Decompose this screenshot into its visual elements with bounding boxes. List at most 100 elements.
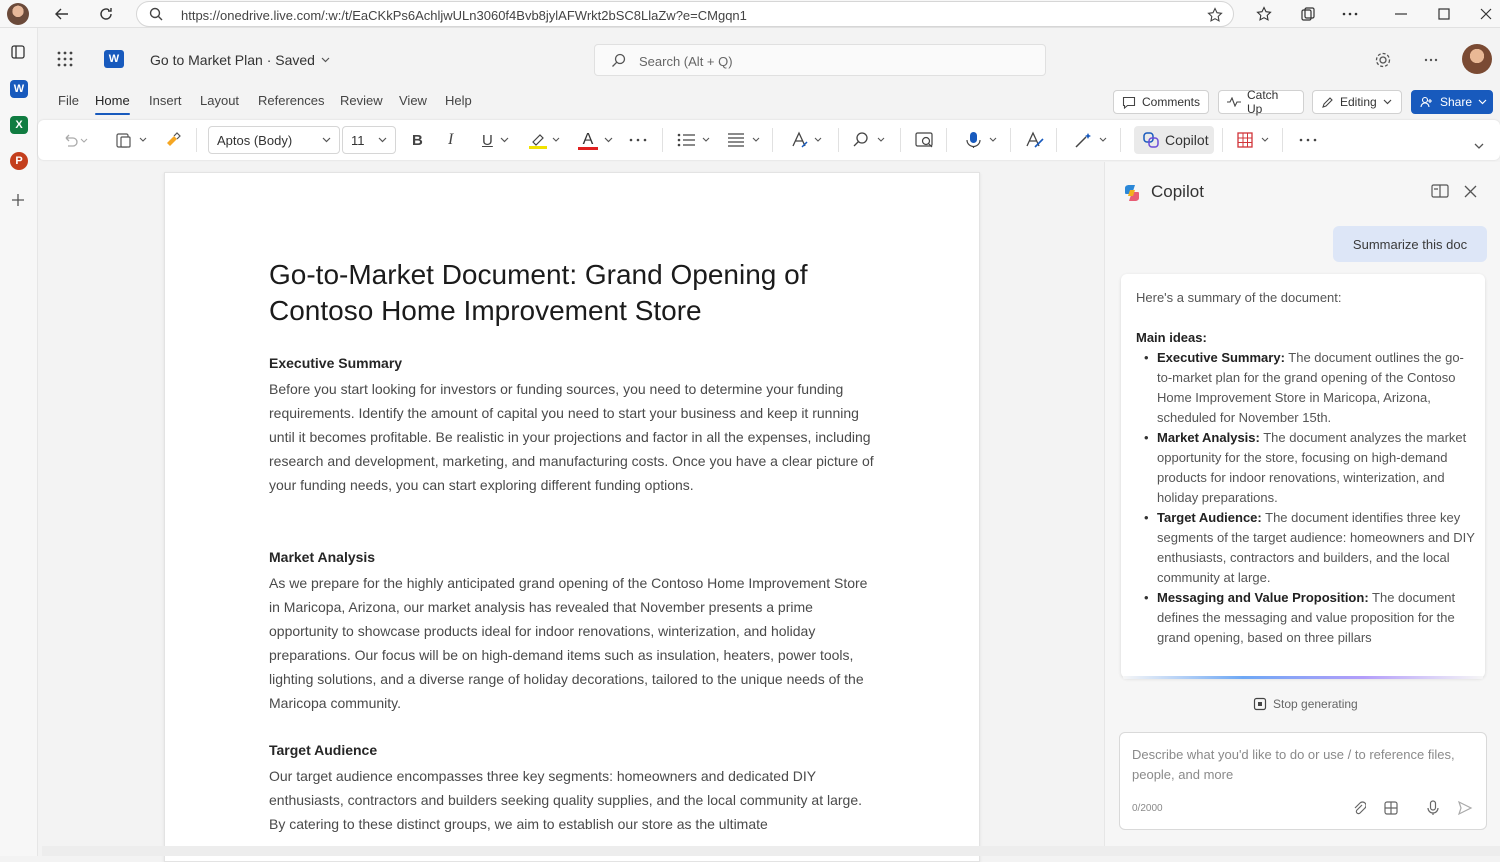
more-options-icon[interactable] [1421, 50, 1441, 70]
bullets-icon[interactable] [676, 130, 712, 150]
comments-button[interactable]: Comments [1113, 90, 1209, 114]
reuse-files-icon[interactable] [914, 130, 936, 150]
close-window-icon[interactable] [1476, 4, 1496, 24]
align-icon[interactable] [726, 130, 762, 150]
catch-up-button[interactable]: Catch Up [1218, 88, 1304, 116]
separator [1222, 128, 1223, 152]
pencil-icon [1321, 96, 1334, 109]
user-prompt-bubble: Summarize this doc [1333, 226, 1487, 262]
underline-button[interactable]: U [482, 130, 493, 150]
stop-label: Stop generating [1273, 697, 1358, 711]
editor-icon[interactable] [1024, 130, 1046, 150]
bold-button[interactable]: B [412, 130, 423, 150]
prompt-gallery-icon[interactable] [1382, 799, 1400, 817]
tab-references[interactable]: References [258, 93, 324, 108]
microphone-icon[interactable] [1424, 799, 1442, 817]
back-icon[interactable] [52, 4, 72, 24]
font-family-select[interactable]: Aptos (Body) [208, 126, 340, 154]
chevron-down-icon [322, 137, 331, 143]
chevron-down-icon [378, 137, 387, 143]
compose-placeholder: Describe what you'd like to do or use / … [1132, 747, 1455, 782]
tab-insert[interactable]: Insert [149, 93, 182, 108]
document-title-heading: Go-to-Market Document: Grand Opening of … [269, 259, 808, 326]
settings-more-icon[interactable] [1340, 4, 1360, 24]
copilot-logo-icon [1121, 182, 1143, 204]
list-item: Target Audience: The document identifies… [1144, 508, 1477, 588]
styles-icon[interactable] [790, 130, 826, 150]
copilot-pane: Copilot Summarize this doc Here's a summ… [1104, 162, 1500, 856]
share-button[interactable]: Share [1411, 90, 1493, 114]
gear-icon[interactable] [1373, 50, 1393, 70]
document-page[interactable]: Go-to-Market Document: Grand Opening of … [164, 172, 980, 862]
tab-layout[interactable]: Layout [200, 93, 239, 108]
search-icon [149, 7, 163, 21]
favorites-icon[interactable] [1254, 4, 1274, 24]
highlighter-icon[interactable] [528, 130, 562, 150]
find-icon[interactable] [852, 130, 888, 150]
attach-icon[interactable] [1350, 799, 1368, 817]
tab-help[interactable]: Help [445, 93, 472, 108]
minimize-icon[interactable] [1391, 4, 1411, 24]
designer-icon[interactable] [1072, 130, 1112, 150]
browser-profile-avatar[interactable] [7, 3, 29, 25]
expand-ribbon-icon[interactable] [1474, 136, 1484, 156]
search-placeholder: Search (Alt + Q) [639, 54, 733, 69]
pane-layout-icon[interactable] [1431, 184, 1449, 198]
send-icon[interactable] [1456, 799, 1474, 817]
paste-icon[interactable] [114, 130, 148, 150]
search-box[interactable]: Search (Alt + Q) [594, 44, 1046, 76]
close-icon[interactable] [1464, 185, 1477, 198]
stop-generating-button[interactable]: Stop generating [1253, 697, 1358, 711]
bullet-label: Market Analysis: [1157, 430, 1260, 445]
maximize-icon[interactable] [1434, 4, 1454, 24]
format-painter-icon[interactable] [164, 130, 182, 150]
refresh-icon[interactable] [96, 4, 116, 24]
dictate-icon[interactable] [962, 130, 1002, 150]
section-paragraph: Our target audience encompasses three ke… [269, 768, 862, 832]
list-item: Executive Summary: The document outlines… [1144, 348, 1477, 428]
collections-icon[interactable] [1298, 4, 1318, 24]
font-size-select[interactable]: 11 [342, 126, 396, 154]
document-title-button[interactable]: Go to Market Plan · Saved [150, 52, 330, 68]
main-ideas-heading: Main ideas: [1136, 330, 1207, 345]
tab-home[interactable]: Home [95, 93, 130, 115]
italic-button[interactable]: I [448, 130, 453, 150]
pulse-icon [1227, 97, 1241, 107]
tab-file[interactable]: File [58, 93, 79, 108]
table-icon[interactable] [1236, 130, 1274, 150]
browser-toolbar: https://onedrive.live.com/:w:/t/EaCKkPs6… [0, 0, 1500, 28]
editing-mode-button[interactable]: Editing [1312, 90, 1402, 114]
tab-review[interactable]: Review [340, 93, 383, 108]
copilot-compose-box[interactable]: Describe what you'd like to do or use / … [1119, 732, 1487, 830]
excel-app-icon[interactable]: X [10, 116, 28, 134]
list-item: Messaging and Value Proposition: The doc… [1144, 588, 1477, 648]
add-favorite-icon[interactable] [1207, 7, 1223, 23]
tab-actions-icon[interactable] [10, 44, 26, 60]
word-app-icon[interactable]: W [10, 80, 28, 98]
font-color-button[interactable]: A [578, 130, 613, 150]
app-header: W Go to Market Plan · Saved Search (Alt … [38, 28, 1500, 88]
menu-tabs: File Home Insert Layout References Revie… [38, 88, 1500, 118]
font-size-value: 11 [351, 132, 365, 148]
catch-up-label: Catch Up [1247, 88, 1279, 116]
section-paragraph: Before you start looking for investors o… [269, 381, 874, 493]
powerpoint-app-icon[interactable]: P [10, 152, 28, 170]
separator [196, 128, 197, 152]
user-avatar[interactable] [1462, 44, 1492, 74]
response-intro: Here's a summary of the document: [1136, 290, 1342, 305]
separator [838, 128, 839, 152]
separator [662, 128, 663, 152]
add-icon[interactable] [10, 192, 26, 208]
separator [1120, 128, 1121, 152]
more-commands-icon[interactable] [1298, 130, 1318, 150]
summary-list: Executive Summary: The document outlines… [1144, 348, 1477, 648]
more-font-options-icon[interactable] [628, 130, 648, 150]
address-bar[interactable]: https://onedrive.live.com/:w:/t/EaCKkPs6… [136, 1, 1234, 27]
undo-icon[interactable] [62, 130, 88, 150]
separator [946, 128, 947, 152]
tab-view[interactable]: View [399, 93, 427, 108]
copilot-button[interactable]: Copilot [1134, 126, 1214, 154]
copilot-icon [1142, 131, 1160, 149]
underline-dropdown-icon[interactable] [500, 130, 509, 150]
app-launcher-icon[interactable] [56, 50, 74, 68]
